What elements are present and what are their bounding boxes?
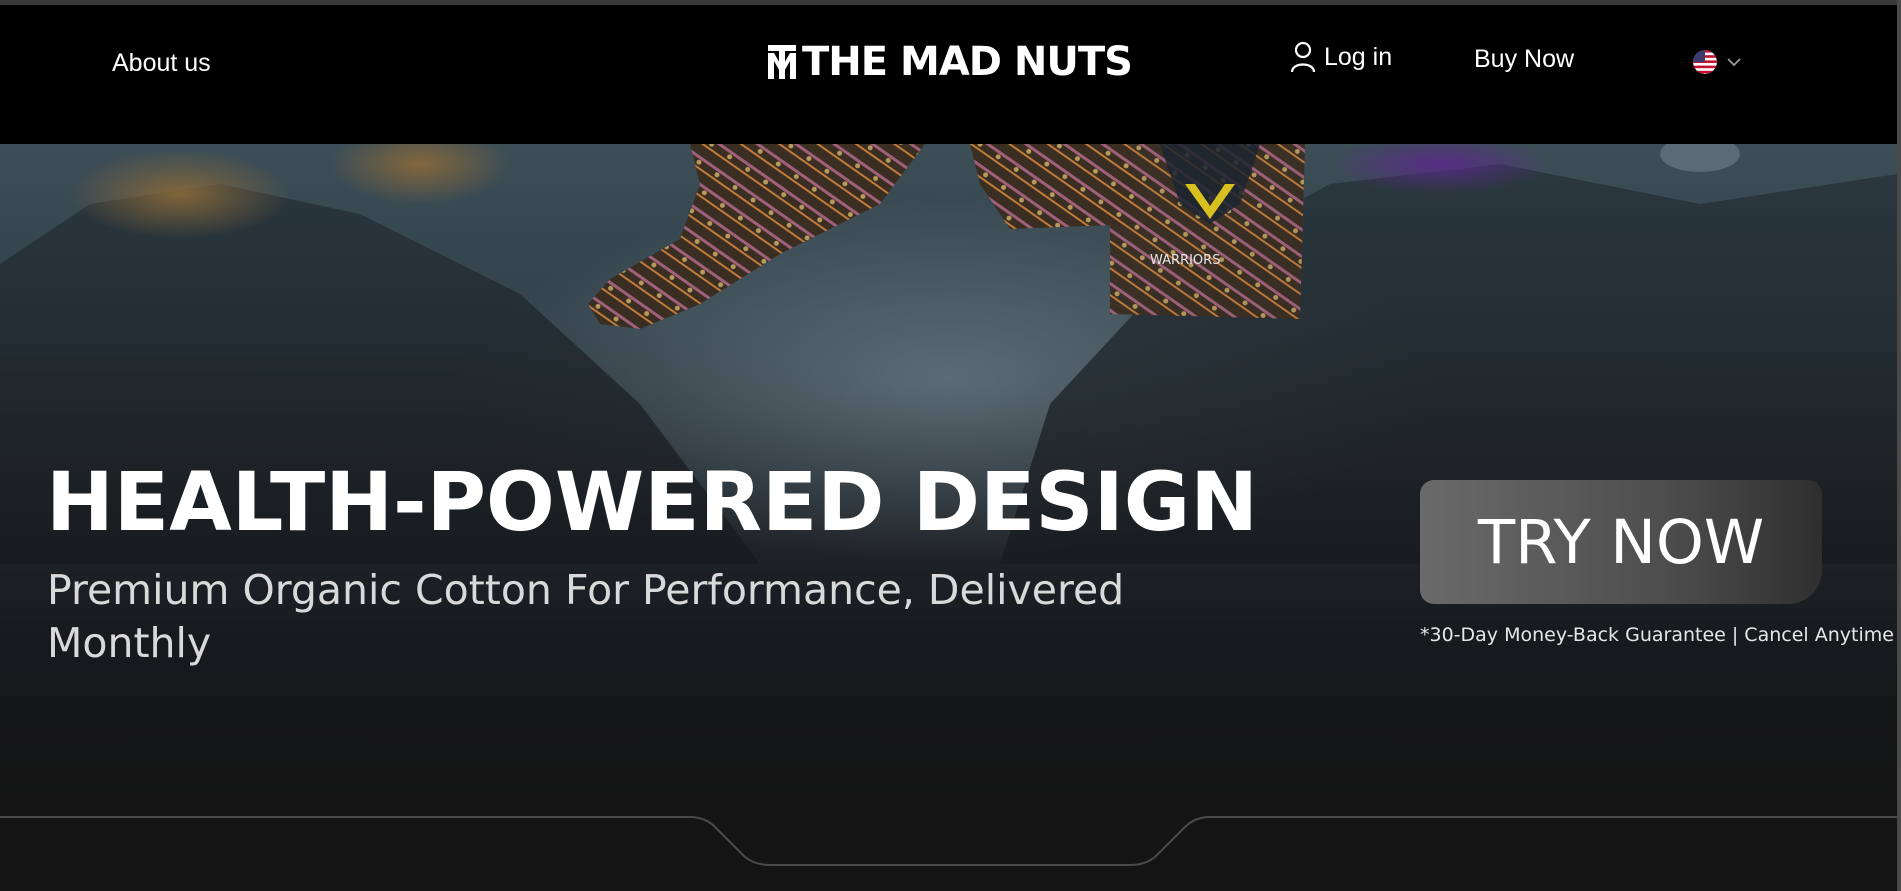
page: About us THE MAD NUTS Log in Buy Now WAR… [0,0,1901,891]
chevron-down-icon [1727,58,1741,67]
logo-mark-icon [768,45,796,79]
section-divider [0,816,1897,866]
site-logo[interactable]: THE MAD NUTS [768,39,1133,85]
scrollbar[interactable] [1897,0,1901,891]
us-flag-icon [1693,50,1717,74]
try-now-button[interactable]: TRY NOW [1420,480,1822,604]
buy-now-link[interactable]: Buy Now [1474,45,1574,74]
box-label: WARRIORS [1150,253,1220,268]
hero-title: HEALTH-POWERED DESIGN [46,456,1259,550]
login-label: Log in [1324,42,1393,71]
nav-about-link[interactable]: About us [112,49,211,78]
login-link[interactable]: Log in [1290,41,1392,73]
site-header: About us THE MAD NUTS Log in Buy Now [0,5,1897,144]
language-selector[interactable] [1693,50,1741,74]
logo-text: THE MAD NUTS [802,39,1133,85]
guarantee-note: *30-Day Money-Back Guarantee | Cancel An… [1420,624,1894,646]
user-icon [1290,41,1316,73]
hero-subtitle: Premium Organic Cotton For Performance, … [47,566,1125,667]
hero-section: WARRIORS HEALTH-POWERED DESIGN Premium O… [0,144,1897,816]
